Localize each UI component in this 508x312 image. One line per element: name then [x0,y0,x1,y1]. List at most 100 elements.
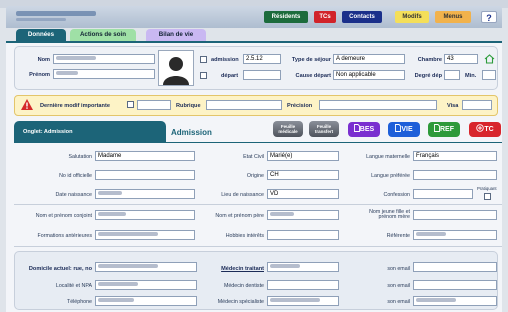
tc-label: TC [484,126,494,133]
section-underline [166,142,502,143]
app-logo [16,11,96,16]
depart-label: départ [221,73,239,79]
salutation-field[interactable]: Madame [95,151,195,161]
nav-residents-button[interactable]: Résidents [264,11,308,23]
medecin-dentiste-field[interactable] [267,280,339,290]
ref-button[interactable]: REF [428,122,460,137]
min-field[interactable] [482,70,496,80]
etat-civil-field[interactable]: Marié(e) [267,151,339,161]
pere-label: Nom et prénom père [215,213,264,219]
origine-label: Origine [246,173,264,179]
tab-actions-de-soin[interactable]: Actions de soin [70,29,136,41]
email-label: son email [387,299,410,305]
conjoint-label: Nom et prénom conjoint [35,213,92,219]
degre-dep-field[interactable] [444,70,460,80]
identity-panel [14,46,498,90]
calendar-icon[interactable] [200,72,207,79]
derniere-modif-label: Dernière modif importante [40,103,110,109]
warning-icon [20,98,34,113]
hobbies-field[interactable] [267,230,339,240]
email-field[interactable] [413,280,497,290]
pere-field[interactable] [267,210,339,220]
prenom-field[interactable] [53,69,155,79]
tab-donnees[interactable]: Données [16,29,66,41]
referente-label: Référente [386,233,410,239]
email-field[interactable] [413,262,497,272]
depart-date-field[interactable] [243,70,281,80]
calendar-icon[interactable] [200,56,207,63]
admission-label: admission [211,57,239,63]
cause-depart-field[interactable]: Non applicable [333,70,405,80]
admission-date-field[interactable]: 2.5.12 [243,54,281,64]
domicile-field[interactable] [95,262,197,272]
cause-depart-label: Cause départ [295,73,331,79]
medecin-specialiste-field[interactable] [267,296,339,306]
onglet-label: Onglet: Admission [23,129,73,135]
chambre-field[interactable]: 43 [444,54,478,64]
medecin-traitant-field[interactable] [267,262,339,272]
nav-modifs-button[interactable]: Modifs [395,11,429,23]
derniere-modif-field[interactable] [137,100,171,110]
precision-label: Précision [287,103,313,109]
nom-field[interactable] [53,54,155,64]
bes-label: BES [359,126,375,133]
localite-label: Localité et NPA [55,283,92,289]
lieu-naissance-field[interactable]: VD [267,189,339,199]
feuille-transfert-button[interactable]: Feuille transfert [309,121,339,137]
medecin-specialiste-label: Médecin spécialiste [217,299,264,305]
localite-field[interactable] [95,280,197,290]
ref-label: REF [440,126,454,133]
visa-field[interactable] [462,100,492,110]
rubrique-field[interactable] [206,100,282,110]
conjoint-field[interactable] [95,210,195,220]
precision-field[interactable] [319,100,437,110]
nav-menus-button[interactable]: Menus [435,11,471,23]
langue-maternelle-field[interactable]: Français [413,151,497,161]
vie-label: VIE [401,126,413,133]
langue-preferee-field[interactable] [413,170,497,180]
help-button[interactable]: ? [481,11,497,23]
date-naissance-label: Date naissance [55,192,92,198]
date-naissance-field[interactable] [95,189,195,199]
referente-field[interactable] [413,230,497,240]
pratiquant-checkbox[interactable] [484,193,491,200]
formations-field[interactable] [95,230,195,240]
email-label: son email [387,283,410,289]
nav-contacts-button[interactable]: Contacts [342,11,382,23]
email-field[interactable] [413,296,497,306]
formations-label: Formations antérieures [37,233,92,239]
no-id-field[interactable] [95,170,195,180]
avatar [158,50,194,86]
type-sejour-label: Type de séjour [291,57,331,63]
no-id-label: No id officielle [59,173,92,179]
salutation-label: Salutation [68,154,92,160]
calendar-icon[interactable] [127,101,134,108]
section-title: Admission [171,128,212,137]
tab-bilan-de-vie[interactable]: Bilan de vie [146,29,206,41]
medecin-traitant-label[interactable]: Médecin traitant [200,266,264,272]
domicile-label: Domicile actuel: rue, no [28,266,92,272]
app-logo-sub [16,18,66,21]
lieu-naissance-label: Lieu de naissance [221,192,264,198]
etat-civil-label: Etat Civil [243,154,264,160]
prenom-label: Prénom [29,72,50,78]
mere-field[interactable] [413,210,497,220]
nav-tcs-button[interactable]: TCs [314,11,336,23]
feuille-medicale-button[interactable]: Feuille médicale [273,121,303,137]
chambre-label: Chambre [417,57,442,63]
confession-field[interactable] [413,189,473,199]
vie-button[interactable]: VIE [388,122,420,137]
nom-label: Nom [37,57,50,63]
langue-preferee-label: Langue préférée [371,173,410,179]
pratiquant-label: Pratiquant [477,186,497,191]
rubrique-label: Rubrique [176,103,201,109]
origine-field[interactable]: CH [267,170,339,180]
confession-label: Confession [383,192,411,198]
type-sejour-field[interactable]: A demeure [333,54,405,64]
bes-button[interactable]: BES [348,122,380,137]
home-icon[interactable] [484,54,495,66]
telephone-field[interactable] [95,296,197,306]
degre-dep-label: Degré dép [414,73,442,79]
telephone-label: Téléphone [66,299,92,305]
tc-button[interactable]: TC [469,122,501,137]
